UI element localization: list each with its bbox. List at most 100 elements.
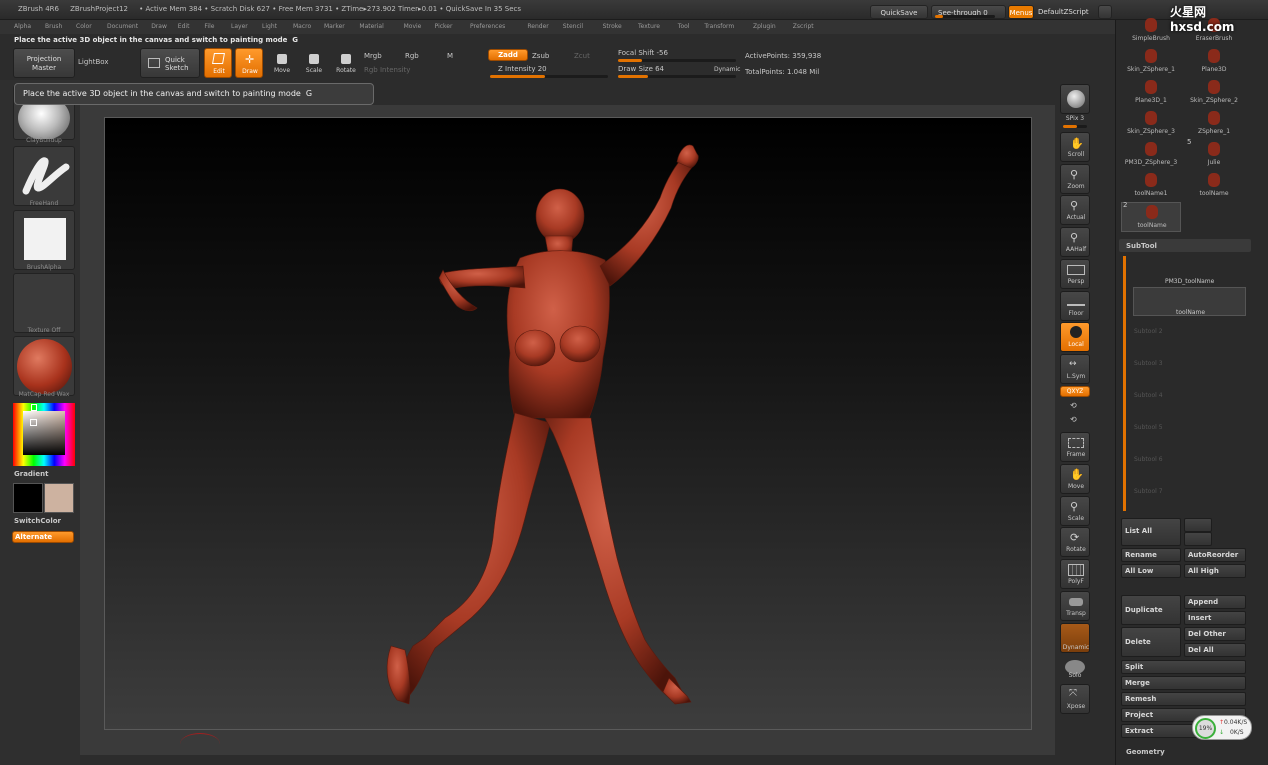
zsub-button[interactable]: Zsub [532, 52, 549, 60]
menu-zscript[interactable]: Zscript [793, 23, 814, 30]
local-button[interactable]: Local [1060, 322, 1090, 352]
menu-movie[interactable]: Movie [404, 23, 422, 30]
delete-button[interactable]: Delete [1121, 627, 1181, 657]
all-low-button[interactable]: All Low [1121, 564, 1181, 578]
material-slot[interactable] [13, 336, 75, 396]
draw-size-slider[interactable]: Draw Size 64 [618, 65, 664, 73]
m-button[interactable]: M [447, 52, 453, 60]
subtool-empty-slot[interactable]: Subtool 6 [1134, 456, 1163, 463]
rename-button[interactable]: Rename [1121, 548, 1181, 562]
lightbox-button[interactable]: LightBox [78, 58, 108, 66]
menu-file[interactable]: File [204, 23, 214, 30]
aahalf-button[interactable]: ⚲ AAHalf [1060, 227, 1090, 257]
subtool-header[interactable]: SubTool [1126, 242, 1157, 250]
window-toggle-icon[interactable] [1098, 5, 1112, 19]
quick-sketch-button[interactable]: Quick Sketch [140, 48, 200, 78]
subtool-empty-slot[interactable]: Subtool 3 [1134, 360, 1163, 367]
split-button[interactable]: Split [1121, 660, 1246, 674]
stroke-slot[interactable] [13, 146, 75, 206]
menu-tool[interactable]: Tool [678, 23, 690, 30]
menu-render[interactable]: Render [527, 23, 548, 30]
remesh-button[interactable]: Remesh [1121, 692, 1246, 706]
rgb-button[interactable]: Rgb [405, 52, 419, 60]
ghost-button[interactable]: Dynamic [1060, 623, 1090, 653]
subtool-row-2-selected[interactable]: toolName [1133, 287, 1246, 316]
tool-thumbnail[interactable]: toolName [1121, 202, 1181, 232]
gradient-label[interactable]: Gradient [14, 470, 48, 478]
edit-mode-button[interactable]: Edit [204, 48, 232, 78]
lsym-button[interactable]: ↔ L.Sym [1060, 354, 1090, 384]
menu-transform[interactable]: Transform [704, 23, 734, 30]
rotate-z-icon[interactable]: ⟲ [1070, 415, 1077, 424]
tool-thumbnail[interactable]: ZSphere_1 [1184, 109, 1244, 139]
menu-zplugin[interactable]: Zplugin [753, 23, 776, 30]
bpr-button[interactable] [1060, 84, 1090, 114]
tool-thumbnail[interactable]: Plane3D [1184, 47, 1244, 77]
tool-thumbnail[interactable]: Skin_ZSphere_1 [1121, 47, 1181, 77]
del-all-button[interactable]: Del All [1184, 643, 1246, 657]
alpha-slot[interactable] [13, 210, 75, 270]
z-intensity-slider[interactable]: Z Intensity 20 [498, 65, 547, 73]
menu-alpha[interactable]: Alpha [14, 23, 31, 30]
sculpt-model[interactable] [105, 118, 1033, 731]
menu-stroke[interactable]: Stroke [603, 23, 622, 30]
subtool-scrollbar[interactable] [1123, 256, 1126, 511]
tool-thumbnail[interactable]: Skin_ZSphere_3 [1121, 109, 1181, 139]
menu-marker[interactable]: Marker [324, 23, 345, 30]
move-up-button[interactable] [1184, 518, 1212, 532]
subtool-empty-slot[interactable]: Subtool 4 [1134, 392, 1163, 399]
switch-color-button[interactable]: SwitchColor [14, 517, 61, 525]
polyf-button[interactable]: PolyF [1060, 559, 1090, 589]
rotate-mode-button[interactable]: Rotate [332, 48, 360, 78]
rgb-intensity-slider[interactable]: Rgb Intensity [364, 66, 410, 74]
tool-thumbnail[interactable]: toolName1 [1121, 171, 1181, 201]
merge-button[interactable]: Merge [1121, 676, 1246, 690]
zadd-button[interactable]: Zadd [488, 49, 528, 61]
move-view-button[interactable]: ✋ Move [1060, 464, 1090, 494]
rotate-view-button[interactable]: ⟳ Rotate [1060, 527, 1090, 557]
menu-draw[interactable]: Draw [151, 23, 167, 30]
xyz-button[interactable]: QXYZ [1060, 386, 1090, 397]
actual-button[interactable]: ⚲ Actual [1060, 195, 1090, 225]
tool-thumbnail[interactable]: Julie [1184, 140, 1244, 170]
frame-button[interactable]: Frame [1060, 432, 1090, 462]
tool-thumbnail[interactable]: Skin_ZSphere_2 [1184, 78, 1244, 108]
all-high-button[interactable]: All High [1184, 564, 1246, 578]
color-picker[interactable] [13, 403, 75, 466]
menu-material[interactable]: Material [359, 23, 383, 30]
insert-button[interactable]: Insert [1184, 611, 1246, 625]
main-color-swatch[interactable] [13, 483, 43, 513]
mrgb-button[interactable]: Mrgb [364, 52, 382, 60]
tool-thumbnail[interactable]: PM3D_ZSphere_3 [1121, 140, 1181, 170]
projection-master-button[interactable]: Projection Master [13, 48, 75, 78]
menu-brush[interactable]: Brush [45, 23, 62, 30]
subtool-empty-slot[interactable]: Subtool 7 [1134, 488, 1163, 495]
append-button[interactable]: Append [1184, 595, 1246, 609]
duplicate-button[interactable]: Duplicate [1121, 595, 1181, 625]
subtool-row-1[interactable]: PM3D_toolName [1130, 257, 1245, 287]
scroll-button[interactable]: ✋ Scroll [1060, 132, 1090, 162]
tool-thumbnail[interactable]: Plane3D_1 [1121, 78, 1181, 108]
texture-slot[interactable] [13, 273, 75, 333]
zcut-button[interactable]: Zcut [574, 52, 590, 60]
scale-view-button[interactable]: ⚲ Scale [1060, 496, 1090, 526]
spix-label[interactable]: SPix 3 [1055, 115, 1095, 122]
tool-thumbnail[interactable] [1184, 202, 1244, 232]
geometry-header[interactable]: Geometry [1126, 748, 1165, 756]
tool-thumbnail[interactable]: toolName [1184, 171, 1244, 201]
persp-button[interactable]: Persp [1060, 259, 1090, 289]
menu-layer[interactable]: Layer [231, 23, 248, 30]
draw-mode-button[interactable]: ✛ Draw [235, 48, 263, 78]
document-canvas[interactable] [104, 117, 1032, 730]
secondary-color-swatch[interactable] [44, 483, 74, 513]
menu-light[interactable]: Light [262, 23, 277, 30]
dynamic-button[interactable]: Dynamic [714, 66, 740, 73]
autoreorder-button[interactable]: AutoReorder [1184, 548, 1246, 562]
subtool-empty-slot[interactable]: Subtool 5 [1134, 424, 1163, 431]
menu-stencil[interactable]: Stencil [563, 23, 583, 30]
del-other-button[interactable]: Del Other [1184, 627, 1246, 641]
menu-color[interactable]: Color [76, 23, 92, 30]
xpose-button[interactable]: ⤧ Xpose [1060, 684, 1090, 714]
focal-shift-slider[interactable]: Focal Shift -56 [618, 49, 668, 57]
subtool-empty-slot[interactable]: Subtool 2 [1134, 328, 1163, 335]
